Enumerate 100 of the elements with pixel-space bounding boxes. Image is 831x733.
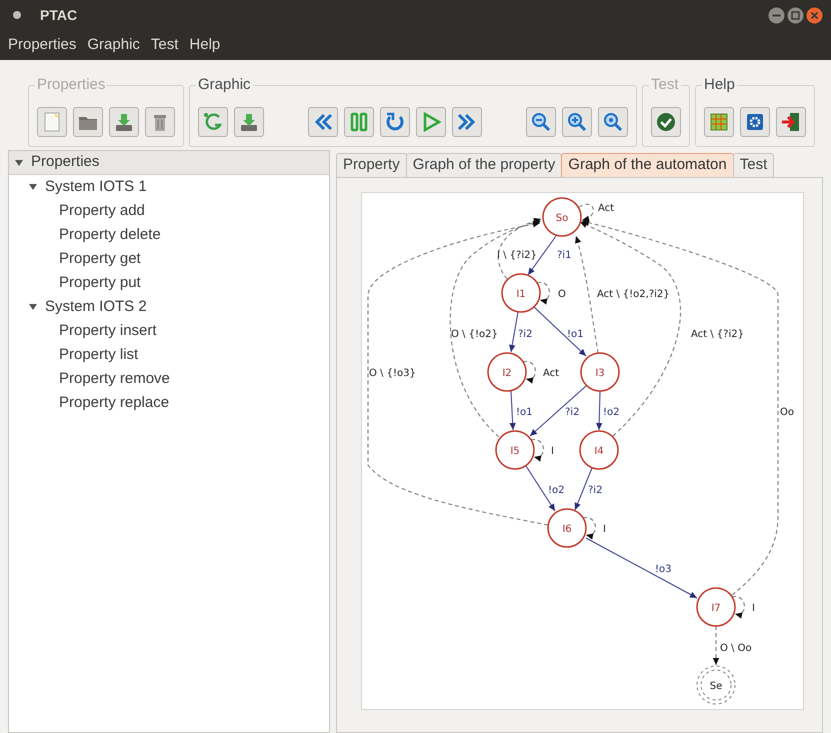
grid-icon <box>708 111 730 133</box>
state-label: I7 <box>711 603 721 614</box>
toolbar-group-label: Test <box>650 75 680 95</box>
document-button[interactable] <box>37 107 67 137</box>
grid-button[interactable] <box>704 107 734 137</box>
download-button[interactable] <box>234 107 264 137</box>
pause-icon <box>348 111 370 133</box>
expanded-arrow-icon[interactable] <box>29 183 37 191</box>
play-button[interactable] <box>416 107 446 137</box>
check-icon <box>655 111 677 133</box>
menu-item[interactable]: Test <box>150 34 178 56</box>
transition-label: I <box>551 446 554 457</box>
transition-label: Act <box>543 368 560 379</box>
state-label: I5 <box>510 446 520 457</box>
download-icon <box>238 111 260 133</box>
transition-label: ?i1 <box>557 250 572 261</box>
close-icon[interactable] <box>806 6 823 24</box>
tree-item[interactable]: Property insert <box>59 320 157 342</box>
transition-label: O <box>558 289 566 300</box>
transition-label: Act <box>598 203 614 214</box>
reload-button[interactable] <box>380 107 410 137</box>
zoom-in-button[interactable] <box>562 107 592 137</box>
state-label: I1 <box>516 289 526 300</box>
state-node <box>547 508 587 548</box>
transition-label: ?i2 <box>518 329 532 340</box>
transition-label: !o2 <box>548 485 564 496</box>
window-title: PTAC <box>40 6 78 24</box>
transition-label: !o1 <box>516 407 532 418</box>
reload-icon <box>384 111 406 133</box>
transition-label: ?i2 <box>565 407 580 418</box>
state-node <box>580 352 620 392</box>
exit-button[interactable] <box>776 107 806 137</box>
tree-item[interactable]: Property get <box>59 248 141 270</box>
zoom-in-icon <box>566 111 588 133</box>
menu-item[interactable]: Help <box>189 34 220 56</box>
toolbar-group-label: Graphic <box>197 75 252 95</box>
expanded-arrow-icon[interactable] <box>29 303 37 311</box>
gear-button[interactable] <box>740 107 770 137</box>
fast-forward-icon <box>456 111 478 133</box>
transition-label: !o1 <box>567 329 584 340</box>
state-node <box>487 352 527 392</box>
graph-icon <box>202 111 224 133</box>
state-node <box>579 430 619 470</box>
state-label: So <box>556 213 568 224</box>
tree-item[interactable]: Property list <box>59 344 138 366</box>
transition-label: I <box>603 524 606 535</box>
state-label: I2 <box>502 368 512 379</box>
state-node <box>495 430 535 470</box>
transition-label: O \ {!o2} <box>451 329 498 340</box>
zoom-out-button[interactable] <box>526 107 556 137</box>
tree-item[interactable]: Property put <box>59 272 141 294</box>
state-label: Se <box>710 681 722 692</box>
state-label: I6 <box>562 524 572 535</box>
rewind-icon <box>312 111 334 133</box>
tab[interactable]: Property <box>336 153 407 177</box>
graph-button[interactable] <box>198 107 228 137</box>
toolbar-group-label: Properties <box>36 75 106 95</box>
fast-forward-button[interactable] <box>452 107 482 137</box>
tree-item[interactable]: System IOTS 1 <box>45 176 147 198</box>
maximize-icon[interactable] <box>787 6 804 24</box>
tree-item[interactable]: Property add <box>59 200 145 222</box>
transition-label: Act \ {!o2,?i2} <box>597 289 670 300</box>
check-button[interactable] <box>651 107 681 137</box>
transition-label: I \ {?i2} <box>497 250 537 261</box>
transition-label: !o2 <box>603 407 620 418</box>
tree-item[interactable]: System IOTS 2 <box>45 296 147 318</box>
transition-label: O \ Oo <box>720 643 752 654</box>
transition-arrow <box>712 626 720 666</box>
toolbar-group-label: Help <box>703 75 736 95</box>
transition-label: Oo <box>780 407 794 418</box>
tree-item[interactable]: Property remove <box>59 368 170 390</box>
transition-label: ?i2 <box>588 485 602 496</box>
transition-label: O \ {!o3} <box>369 368 416 379</box>
trash-button[interactable] <box>145 107 175 137</box>
transition-label: Act \ {?i2} <box>691 329 744 340</box>
expanded-arrow-icon[interactable] <box>15 158 23 166</box>
exit-icon <box>780 111 802 133</box>
rewind-button[interactable] <box>308 107 338 137</box>
state-label: I4 <box>594 446 604 457</box>
transition-label: !o3 <box>655 564 672 575</box>
tree-item[interactable]: Property delete <box>59 224 161 246</box>
state-node <box>542 197 582 237</box>
zoom-icon <box>602 111 624 133</box>
tab[interactable]: Graph of the automaton <box>561 153 734 177</box>
transition-label: I <box>752 603 755 614</box>
tab[interactable]: Graph of the property <box>406 153 562 177</box>
zoom-out-icon <box>530 111 552 133</box>
pause-button[interactable] <box>344 107 374 137</box>
tree-item[interactable]: Property replace <box>59 392 170 414</box>
state-node <box>696 587 736 627</box>
tab[interactable]: Test <box>732 153 774 177</box>
folder-button[interactable] <box>73 107 103 137</box>
minimize-icon[interactable] <box>768 6 785 24</box>
state-label: I3 <box>595 368 605 379</box>
zoom-button[interactable] <box>598 107 628 137</box>
menu-item[interactable]: Graphic <box>87 34 140 56</box>
download-button[interactable] <box>109 107 139 137</box>
menu-item[interactable]: Properties <box>8 34 76 56</box>
download-icon <box>113 111 135 133</box>
gear-icon <box>744 111 766 133</box>
